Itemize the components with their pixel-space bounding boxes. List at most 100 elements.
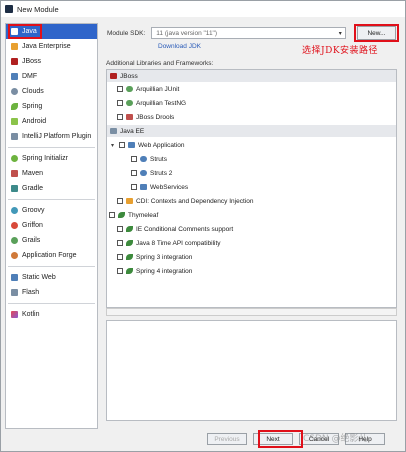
watermark: CSDN @绝影儿 [303, 434, 368, 444]
sidebar-item-kotlin[interactable]: Kotlin [6, 307, 97, 322]
kotlin-icon [11, 311, 18, 318]
checkbox[interactable] [117, 100, 123, 106]
sidebar-item-dmf[interactable]: DMF [6, 69, 97, 84]
sidebar-divider [8, 199, 95, 200]
horizontal-scrollbar[interactable] [106, 308, 397, 316]
tree-item-java8-time[interactable]: Java 8 Time API compatibility [117, 237, 221, 249]
tree-item-arquillian-junit[interactable]: Arquillian JUnit [117, 83, 179, 95]
tree-item-jboss-drools[interactable]: JBoss Drools [117, 111, 174, 123]
sidebar-item-griffon[interactable]: Griffon [6, 218, 97, 233]
new-button-highlight-box [354, 24, 399, 42]
sidebar-item-application-forge[interactable]: Application Forge [6, 248, 97, 263]
web-application-icon [128, 142, 135, 148]
tree-item-ie-conditional[interactable]: IE Conditional Comments support [117, 223, 233, 235]
checkbox[interactable] [131, 184, 137, 190]
checkbox[interactable] [131, 170, 137, 176]
frameworks-label: Additional Libraries and Frameworks: [106, 60, 214, 67]
frameworks-tree: JBoss Arquillian JUnit Arquillian TestNG… [106, 69, 397, 308]
struts-icon [140, 170, 147, 176]
sdk-value: 11 (java version "11") [156, 29, 218, 37]
sidebar-item-intellij-plugin[interactable]: IntelliJ Platform Plugin [6, 129, 97, 144]
tree-group-jboss[interactable]: JBoss [107, 70, 396, 82]
grails-icon [11, 237, 18, 244]
java-highlight-box [8, 24, 42, 39]
sidebar-item-flash[interactable]: Flash [6, 285, 97, 300]
checkbox[interactable] [117, 86, 123, 92]
thymeleaf-icon [126, 240, 133, 246]
tree-item-struts-2[interactable]: Struts 2 [131, 167, 172, 179]
spring-leaf-icon [11, 103, 18, 110]
jboss-icon [11, 58, 18, 65]
tree-item-thymeleaf[interactable]: Thymeleaf [109, 209, 158, 221]
tree-item-web-application[interactable]: ▾ Web Application [109, 139, 185, 151]
tree-item-webservices[interactable]: WebServices [131, 181, 188, 193]
java-enterprise-icon [11, 43, 18, 50]
sidebar-item-android[interactable]: Android [6, 114, 97, 129]
main-panel: Module SDK: 11 (java version "11") ▾ New… [102, 23, 403, 429]
android-icon [11, 118, 18, 125]
struts-icon [140, 156, 147, 162]
intellij-icon [5, 5, 13, 13]
next-button-highlight-box [258, 430, 303, 448]
tree-item-struts[interactable]: Struts [131, 153, 167, 165]
sidebar-item-maven[interactable]: Maven [6, 166, 97, 181]
previous-button[interactable]: Previous [207, 433, 247, 445]
griffon-icon [11, 222, 18, 229]
thymeleaf-icon [126, 254, 133, 260]
details-panel [106, 320, 397, 421]
checkbox[interactable] [109, 212, 115, 218]
tree-item-cdi[interactable]: CDI: Contexts and Dependency Injection [117, 195, 253, 207]
chevron-down-icon[interactable]: ▾ [109, 142, 116, 149]
sidebar-divider [8, 147, 95, 148]
checkbox[interactable] [131, 156, 137, 162]
application-forge-icon [11, 252, 18, 259]
jboss-icon [110, 73, 117, 79]
sdk-select[interactable]: 11 (java version "11") ▾ [151, 27, 347, 39]
checkbox[interactable] [117, 226, 123, 232]
arquillian-icon [126, 86, 133, 92]
tree-group-java-ee[interactable]: Java EE [107, 125, 396, 137]
sidebar-divider [8, 303, 95, 304]
download-jdk-link[interactable]: Download JDK [158, 43, 201, 50]
arquillian-icon [126, 100, 133, 106]
sidebar-item-jboss[interactable]: JBoss [6, 54, 97, 69]
annotation-text: 选择JDK安装路径 [302, 46, 379, 56]
checkbox[interactable] [117, 198, 123, 204]
gradle-icon [11, 185, 18, 192]
sidebar-divider [8, 266, 95, 267]
tree-item-spring4[interactable]: Spring 4 integration [117, 265, 192, 277]
title-bar: New Module [1, 1, 405, 17]
checkbox[interactable] [117, 254, 123, 260]
thymeleaf-icon [118, 212, 125, 218]
checkbox[interactable] [119, 142, 125, 148]
cloud-icon [11, 88, 18, 95]
sidebar-item-java-enterprise[interactable]: Java Enterprise [6, 39, 97, 54]
project-type-sidebar: Java Java Enterprise JBoss DMF Clouds Sp… [5, 23, 98, 429]
sidebar-item-static-web[interactable]: Static Web [6, 270, 97, 285]
java-ee-icon [110, 128, 117, 134]
checkbox[interactable] [117, 268, 123, 274]
sidebar-item-groovy[interactable]: Groovy [6, 203, 97, 218]
thymeleaf-icon [126, 268, 133, 274]
sidebar-item-gradle[interactable]: Gradle [6, 181, 97, 196]
sdk-row: Module SDK: 11 (java version "11") ▾ [107, 27, 347, 39]
spring-initializr-icon [11, 155, 18, 162]
drools-icon [126, 114, 133, 120]
tree-item-spring3[interactable]: Spring 3 integration [117, 251, 192, 263]
sidebar-item-clouds[interactable]: Clouds [6, 84, 97, 99]
checkbox[interactable] [117, 240, 123, 246]
flash-icon [11, 289, 18, 296]
sidebar-item-spring[interactable]: Spring [6, 99, 97, 114]
sidebar-item-grails[interactable]: Grails [6, 233, 97, 248]
window-title: New Module [17, 4, 59, 14]
groovy-icon [11, 207, 18, 214]
sidebar-item-spring-initializr[interactable]: Spring Initializr [6, 151, 97, 166]
tree-item-arquillian-testng[interactable]: Arquillian TestNG [117, 97, 186, 109]
new-module-dialog: New Module Java Java Enterprise JBoss DM… [0, 0, 406, 452]
static-web-icon [11, 274, 18, 281]
maven-icon [11, 170, 18, 177]
chevron-down-icon: ▾ [338, 30, 342, 37]
plugin-icon [11, 133, 18, 140]
webservices-icon [140, 184, 147, 190]
checkbox[interactable] [117, 114, 123, 120]
